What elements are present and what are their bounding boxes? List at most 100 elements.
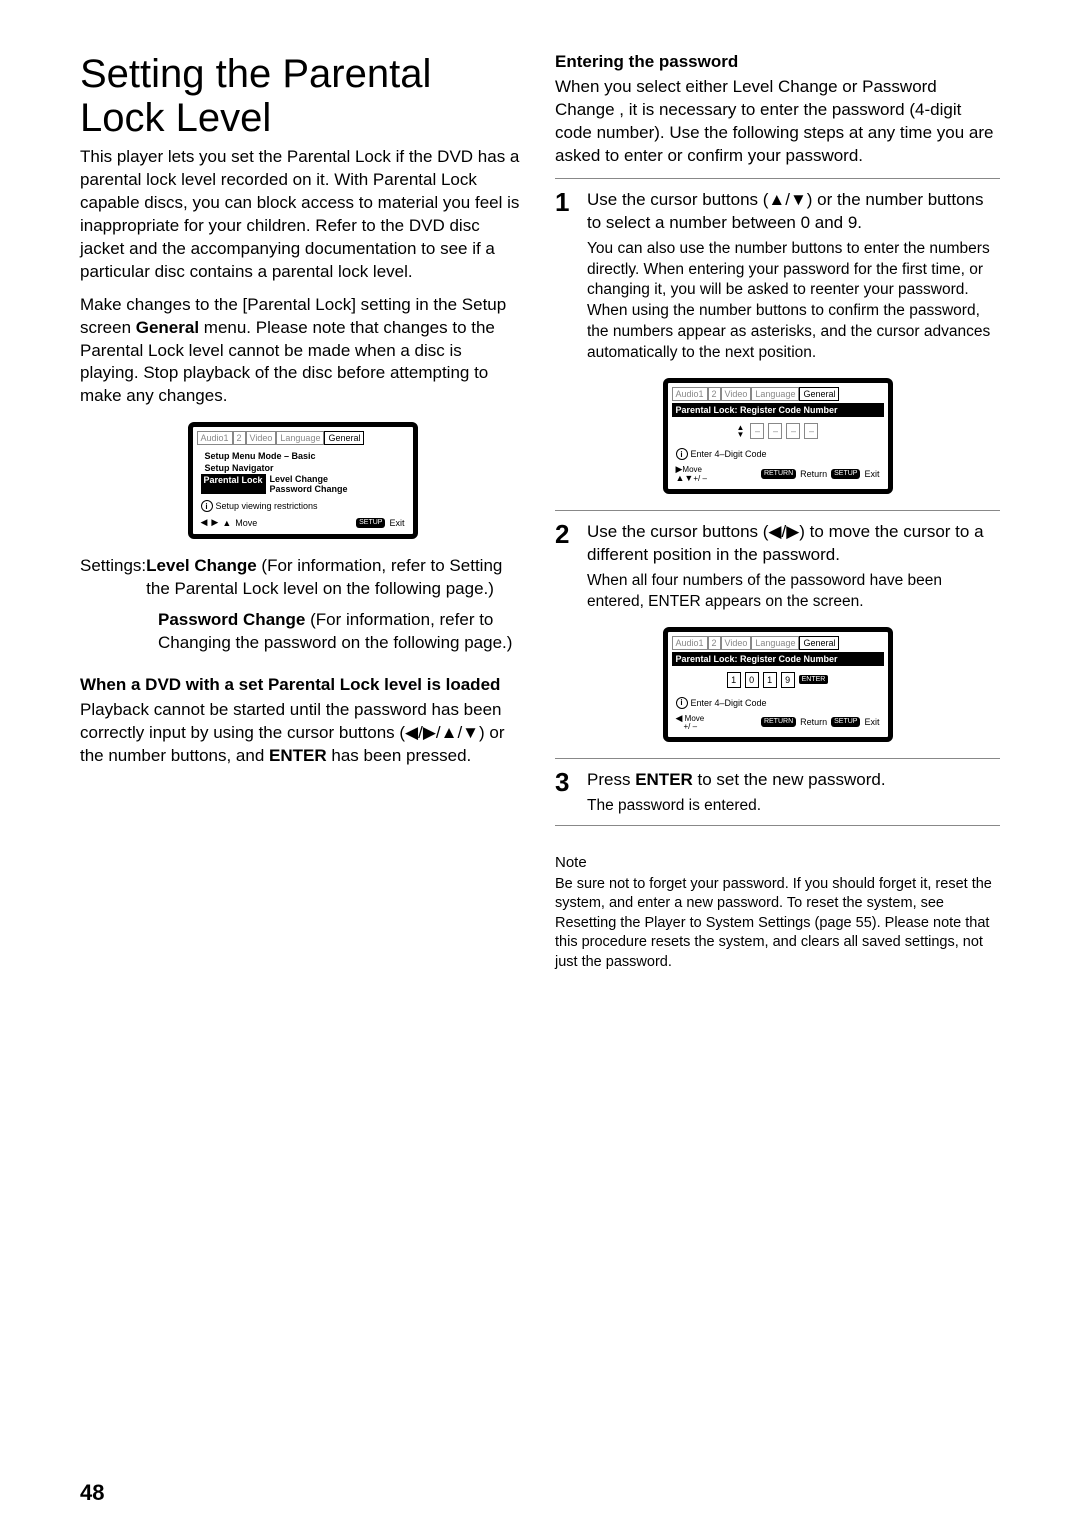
osd2-tab-2: 2 <box>708 387 721 401</box>
divider <box>555 758 1000 759</box>
down-icon: ▼ <box>684 473 693 483</box>
step-2-sub: When all four numbers of the passoword h… <box>587 571 1000 613</box>
osd3-return: Return <box>800 717 827 727</box>
digit-2: 0 <box>745 672 759 688</box>
osd-info-text: Setup viewing restrictions <box>216 501 318 511</box>
osd3-footer: ◀ Move +/ – RETURN Return SETUP Exit <box>672 712 884 733</box>
osd3-info: i Enter 4–Digit Code <box>672 694 884 712</box>
osd-password-change: Password Change <box>266 484 405 494</box>
divider <box>555 510 1000 511</box>
osd-move: Move <box>235 518 257 528</box>
settings-block: Settings: Level Change (For information,… <box>80 555 525 655</box>
osd3-tab-general: General <box>799 636 839 650</box>
digit-1: 1 <box>727 672 741 688</box>
osd-body: Setup Menu Mode – Basic Setup Navigator … <box>197 447 409 497</box>
page-number: 48 <box>80 1480 104 1506</box>
osd2-plusminus: +/ – <box>693 474 707 483</box>
step3-enter: ENTER <box>635 770 693 789</box>
osd3-tab-language: Language <box>751 636 799 650</box>
sub-text-enter: ENTER <box>269 746 327 765</box>
step3-b: to set the new password. <box>693 770 886 789</box>
digit-3: – <box>786 423 800 439</box>
osd2-exit: Exit <box>864 469 879 479</box>
intro2-bold: General <box>136 318 199 337</box>
osd2-tab-audio1: Audio1 <box>672 387 708 401</box>
osd3-tab-video: Video <box>721 636 752 650</box>
page: Setting the Parental Lock Level This pla… <box>0 0 1080 1534</box>
step3-a: Press <box>587 770 635 789</box>
osd-line2: Setup Navigator <box>201 462 405 474</box>
note-text: Be sure not to forget your password. If … <box>555 875 1000 973</box>
osd-tabs: Audio1 2 Video Language General <box>197 431 409 445</box>
step-1-num: 1 <box>555 189 577 364</box>
digit-4: – <box>804 423 818 439</box>
osd-setup-menu: Audio1 2 Video Language General Setup Me… <box>188 422 418 539</box>
info-icon: i <box>676 448 688 460</box>
step-1-main: Use the cursor buttons (▲/▼) or the numb… <box>587 189 1000 235</box>
enter-badge: ENTER <box>799 675 829 684</box>
osd-tab-audio1: Audio1 <box>197 431 233 445</box>
osd-footer: ◀▶▲ Move SETUP Exit <box>197 515 409 530</box>
setting-password-change: Password Change <box>158 610 305 629</box>
updown-icon: ▲▼ <box>737 423 745 439</box>
digit-3: 1 <box>763 672 777 688</box>
right-intro: When you select either Level Change or P… <box>555 76 1000 168</box>
osd3-header: Parental Lock: Register Code Number <box>672 652 884 666</box>
osd3-tabs: Audio1 2 Video Language General <box>672 636 884 650</box>
step-1: 1 Use the cursor buttons (▲/▼) or the nu… <box>555 189 1000 364</box>
up-icon: ▲ <box>222 518 231 528</box>
osd2-return: Return <box>800 469 827 479</box>
osd2-info: i Enter 4–Digit Code <box>672 445 884 463</box>
sub-text: Playback cannot be started until the pas… <box>80 699 525 768</box>
left-column: Setting the Parental Lock Level This pla… <box>80 52 525 983</box>
digit-4: 9 <box>781 672 795 688</box>
digit-1: – <box>750 423 764 439</box>
setting-level-change: Level Change <box>146 556 257 575</box>
settings-label: Settings: <box>80 555 146 601</box>
info-icon: i <box>676 697 688 709</box>
divider <box>555 178 1000 179</box>
setup-pill: SETUP <box>831 469 860 479</box>
osd2-tab-language: Language <box>751 387 799 401</box>
osd-tab-language: Language <box>276 431 324 445</box>
osd-tab-general: General <box>324 431 364 445</box>
right-heading: Entering the password <box>555 52 1000 72</box>
step-1-sub: You can also use the number buttons to e… <box>587 239 1000 365</box>
osd3-tab-audio1: Audio1 <box>672 636 708 650</box>
osd2-tab-general: General <box>799 387 839 401</box>
step-3-main: Press ENTER to set the new password. <box>587 769 1000 792</box>
setup-pill: SETUP <box>356 518 385 528</box>
osd3-exit: Exit <box>864 717 879 727</box>
note-label: Note <box>555 854 1000 871</box>
step-2-main: Use the cursor buttons (◀/▶) to move the… <box>587 521 1000 567</box>
setup-pill: SETUP <box>831 717 860 727</box>
digit-2: – <box>768 423 782 439</box>
osd-register-code-1: Audio1 2 Video Language General Parental… <box>663 378 893 494</box>
step-3: 3 Press ENTER to set the new password. T… <box>555 769 1000 817</box>
sub-text-b: has been pressed. <box>327 746 472 765</box>
return-pill: RETURN <box>761 469 796 479</box>
intro-para-1: This player lets you set the Parental Lo… <box>80 146 525 284</box>
divider <box>555 825 1000 826</box>
intro-para-2: Make changes to the [Parental Lock] sett… <box>80 294 525 409</box>
osd2-tab-video: Video <box>721 387 752 401</box>
osd-parental-lock-label: Parental Lock <box>201 474 266 494</box>
osd2-footer: ▶Move ▲▼+/ – RETURN Return SETUP Exit <box>672 463 884 485</box>
right-icon: ▶ <box>211 517 218 528</box>
osd-exit: Exit <box>389 518 404 528</box>
page-title: Setting the Parental Lock Level <box>80 52 525 140</box>
osd3-plusminus: +/ – <box>676 723 705 731</box>
osd-tab-2: 2 <box>233 431 246 445</box>
osd-info-row: i Setup viewing restrictions <box>197 497 409 515</box>
step-3-sub: The password is entered. <box>587 796 1000 817</box>
step-2-num: 2 <box>555 521 577 613</box>
osd-register-code-2: Audio1 2 Video Language General Parental… <box>663 627 893 742</box>
info-icon: i <box>201 500 213 512</box>
osd3-tab-2: 2 <box>708 636 721 650</box>
osd-line1: Setup Menu Mode – Basic <box>201 450 405 462</box>
step-2: 2 Use the cursor buttons (◀/▶) to move t… <box>555 521 1000 613</box>
osd-level-change: Level Change <box>266 474 405 484</box>
osd2-tabs: Audio1 2 Video Language General <box>672 387 884 401</box>
sub-heading-loaded: When a DVD with a set Parental Lock leve… <box>80 675 525 695</box>
step-3-num: 3 <box>555 769 577 817</box>
